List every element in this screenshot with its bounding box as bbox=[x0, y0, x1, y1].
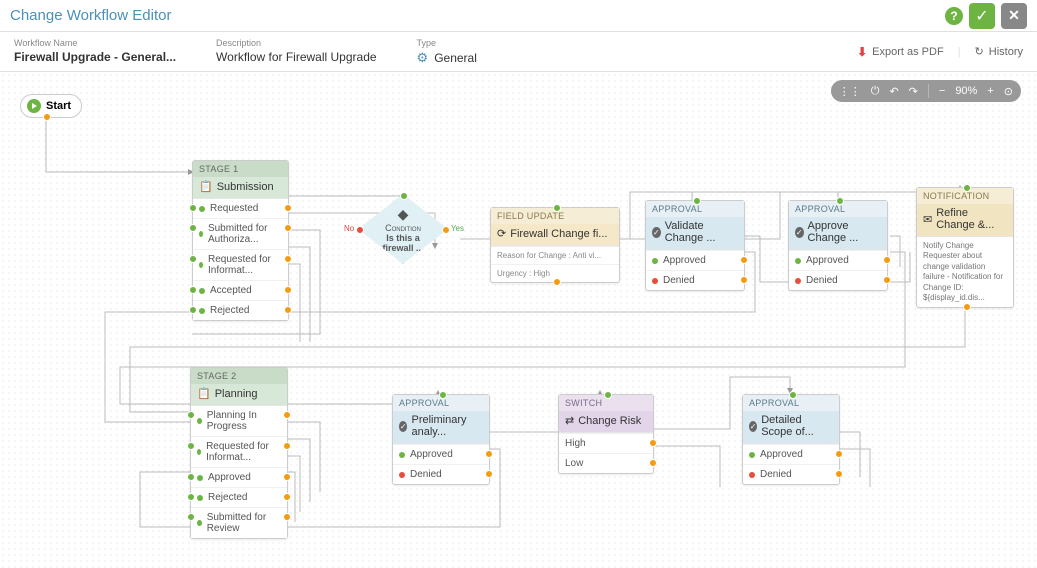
stage-planning[interactable]: Stage 2 📋Planning Planning In Progress R… bbox=[190, 367, 288, 539]
stage-row[interactable]: Requested for Informat... bbox=[193, 249, 288, 280]
envelope-icon: ✉ bbox=[923, 213, 932, 226]
stage-row[interactable]: Rejected bbox=[193, 300, 288, 320]
close-button[interactable]: ✕ bbox=[1001, 3, 1027, 29]
stage-row[interactable]: Planning In Progress bbox=[191, 406, 287, 436]
field-update-node[interactable]: Field Update ⟳Firewall Change fi... Reas… bbox=[490, 207, 620, 283]
workflow-canvas[interactable]: ⋮⋮ ⏻ ↶ ↷ − 90% + ⊙ bbox=[0, 72, 1037, 568]
page-title: Change Workflow Editor bbox=[10, 7, 171, 24]
history-icon: ↻ bbox=[975, 45, 984, 58]
drag-handle-icon[interactable]: ⋮⋮ bbox=[839, 85, 861, 98]
export-pdf-button[interactable]: ⬇Export as PDF bbox=[857, 45, 944, 59]
help-button[interactable]: ? bbox=[945, 7, 963, 25]
description-label: Description bbox=[216, 38, 377, 48]
play-icon bbox=[27, 99, 41, 113]
approval-approve[interactable]: Approval ✓Approve Change ... Approved De… bbox=[788, 200, 888, 291]
stage-row[interactable]: Accepted bbox=[193, 280, 288, 300]
type-value: ⚙General bbox=[417, 50, 477, 66]
approval-scope[interactable]: Approval ✓Detailed Scope of... Approved … bbox=[742, 394, 840, 485]
stage-row[interactable]: Rejected bbox=[191, 487, 287, 507]
pdf-icon: ⬇ bbox=[857, 45, 867, 59]
approval-preliminary[interactable]: Approval ✓Preliminary analy... Approved … bbox=[392, 394, 490, 485]
gear-icon: ⚙ bbox=[417, 50, 429, 66]
zoom-in-icon[interactable]: + bbox=[987, 85, 993, 97]
condition-node[interactable]: ◆ Condition Is this a firewall ... No Ye… bbox=[358, 194, 448, 264]
stage-row[interactable]: Requested bbox=[193, 199, 288, 218]
port[interactable] bbox=[43, 113, 51, 121]
workflow-name-label: Workflow Name bbox=[14, 38, 176, 48]
switch-node[interactable]: Switch ⇄Change Risk High Low bbox=[558, 394, 654, 474]
start-node[interactable]: Start bbox=[20, 94, 82, 118]
workflow-name-value: Firewall Upgrade - General... bbox=[14, 50, 176, 64]
save-button[interactable]: ✓ bbox=[969, 3, 995, 29]
description-value: Workflow for Firewall Upgrade bbox=[216, 50, 377, 64]
stage-row[interactable]: Approved bbox=[191, 467, 287, 487]
approval-validate[interactable]: Approval ✓Validate Change ... Approved D… bbox=[645, 200, 745, 291]
redo-icon[interactable]: ↷ bbox=[909, 85, 918, 98]
type-label: Type bbox=[417, 38, 477, 48]
stage-row[interactable]: Submitted for Authoriza... bbox=[193, 218, 288, 249]
zoom-level: 90% bbox=[955, 85, 977, 97]
notification-node[interactable]: Notification ✉Refine Change &... Notify … bbox=[916, 187, 1014, 308]
undo-icon[interactable]: ↶ bbox=[889, 85, 898, 98]
power-icon[interactable]: ⏻ bbox=[871, 85, 880, 98]
zoom-out-icon[interactable]: − bbox=[939, 85, 945, 97]
fullscreen-icon[interactable]: ⊙ bbox=[1004, 85, 1013, 98]
canvas-toolbar: ⋮⋮ ⏻ ↶ ↷ − 90% + ⊙ bbox=[831, 80, 1021, 102]
stage-row[interactable]: Requested for Informat... bbox=[191, 436, 287, 467]
history-button[interactable]: ↻History bbox=[975, 45, 1023, 58]
stage-row[interactable]: Submitted for Review bbox=[191, 507, 287, 538]
stage-submission[interactable]: Stage 1 📋Submission Requested Submitted … bbox=[192, 160, 289, 321]
